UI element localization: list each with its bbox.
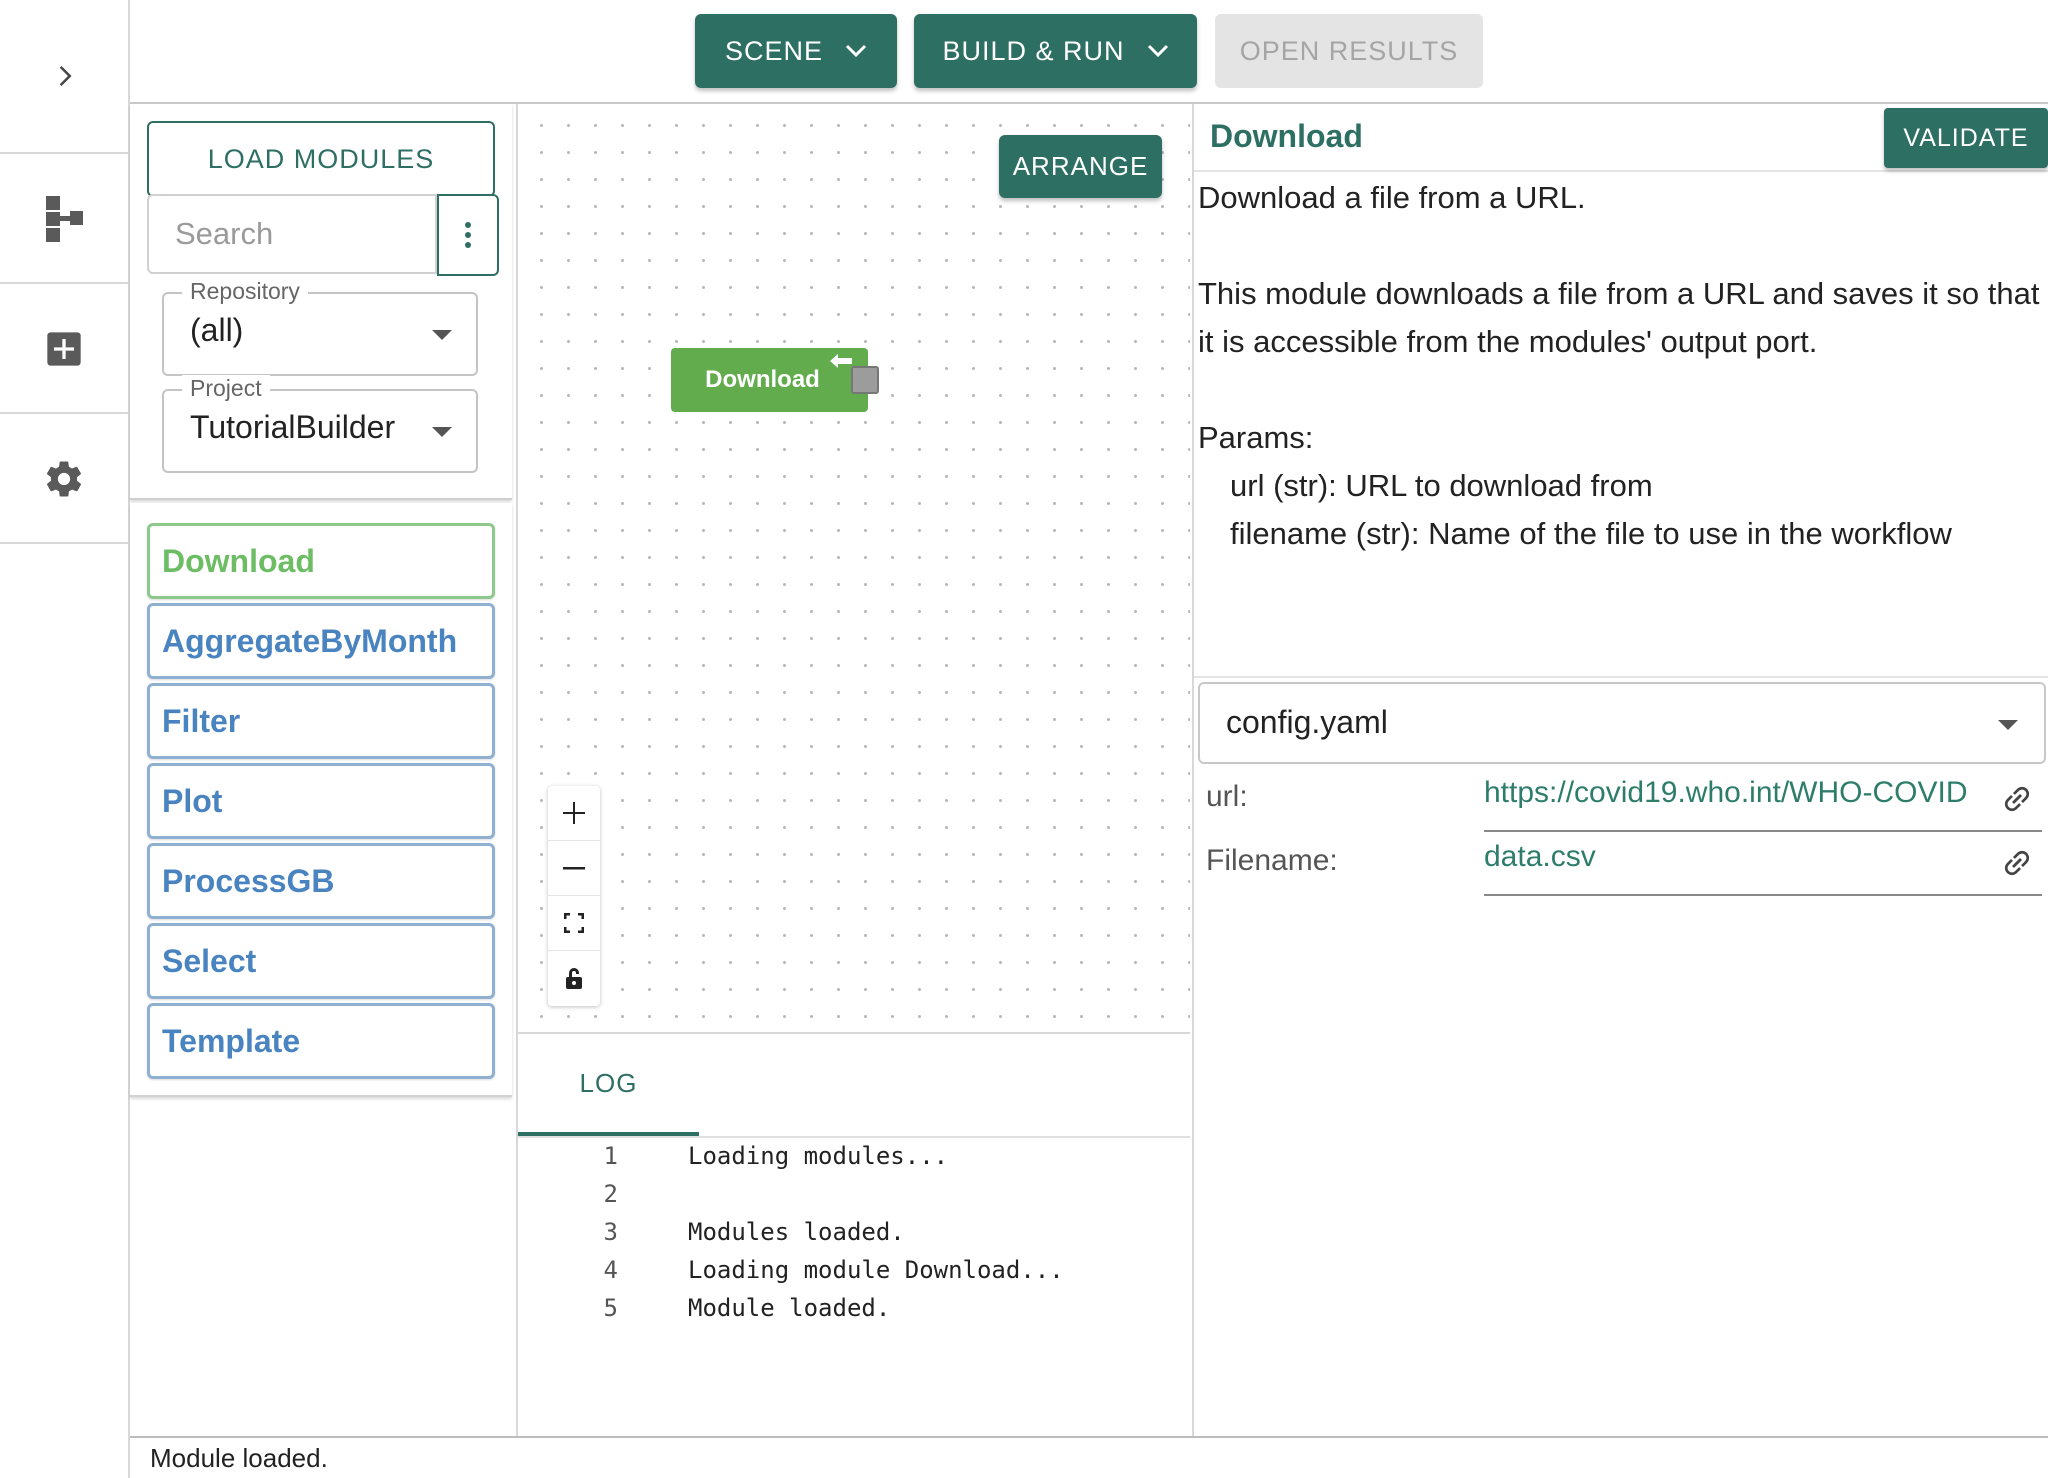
module-item-filter[interactable]: Filter bbox=[147, 683, 495, 759]
log-line-text: Loading modules... bbox=[688, 1142, 949, 1170]
top-toolbar: SCENE BUILD & RUN OPEN RESULTS bbox=[130, 0, 2048, 104]
config-file-select[interactable]: config.yaml bbox=[1198, 682, 2046, 764]
module-item-template[interactable]: Template bbox=[147, 1003, 495, 1079]
lock-icon bbox=[566, 967, 582, 989]
param-label-url: url: bbox=[1206, 780, 1248, 813]
log-panel: LOG 1 Loading modules... 2 3 Modules loa… bbox=[516, 1032, 1190, 1436]
dropdown-arrow-icon bbox=[432, 330, 452, 340]
search-options-button[interactable] bbox=[437, 194, 499, 276]
doc-param-url: url (str): URL to download from bbox=[1230, 468, 1653, 503]
fit-view-icon bbox=[564, 913, 584, 933]
dropdown-arrow-icon bbox=[1998, 720, 2018, 730]
divider bbox=[1194, 676, 2048, 678]
link-icon[interactable] bbox=[2000, 846, 2034, 880]
doc-summary: Download a file from a URL. bbox=[1198, 180, 1586, 215]
open-results-label: OPEN RESULTS bbox=[1239, 35, 1459, 66]
zoom-out-button[interactable] bbox=[548, 841, 600, 896]
minus-icon bbox=[563, 867, 585, 870]
link-icon[interactable] bbox=[2000, 782, 2034, 816]
module-docstring: Download a file from a URL. This module … bbox=[1198, 174, 2042, 558]
param-row-url: url: https://covid19.who.int/WHO-COVID-1… bbox=[1194, 768, 2048, 832]
repository-select[interactable]: Repository (all) bbox=[162, 278, 478, 376]
build-run-label: BUILD & RUN bbox=[942, 35, 1125, 66]
config-file-value: config.yaml bbox=[1226, 704, 1388, 740]
plus-icon bbox=[563, 802, 585, 824]
search-input[interactable] bbox=[149, 196, 435, 272]
rail-tree-button[interactable] bbox=[0, 155, 128, 284]
tabs-divider bbox=[518, 1136, 1190, 1138]
module-list: Download AggregateByMonth Filter Plot Pr… bbox=[130, 503, 512, 1097]
gear-icon bbox=[46, 461, 82, 497]
repository-value: (all) bbox=[190, 312, 244, 348]
module-item-processgb[interactable]: ProcessGB bbox=[147, 843, 495, 919]
side-rail bbox=[0, 0, 130, 1478]
filename-field[interactable]: data.csv bbox=[1484, 832, 2042, 896]
doc-param-filename: filename (str): Name of the file to use … bbox=[1230, 516, 1952, 551]
arrange-button[interactable]: ARRANGE bbox=[999, 135, 1162, 198]
details-title: Download bbox=[1210, 118, 1363, 154]
module-details-panel: Download VALIDATE Download a file from a… bbox=[1192, 104, 2048, 1436]
log-line-number: 4 bbox=[603, 1256, 618, 1284]
module-item-aggregatebymonth[interactable]: AggregateByMonth bbox=[147, 603, 495, 679]
add-box-icon bbox=[47, 331, 81, 366]
chevron-right-icon bbox=[59, 66, 72, 86]
lock-button[interactable] bbox=[548, 951, 600, 1006]
more-vert-icon bbox=[465, 222, 471, 248]
status-bar: Module loaded. bbox=[130, 1436, 2048, 1478]
doc-body: This module downloads a file from a URL … bbox=[1198, 276, 2040, 359]
filename-value: data.csv bbox=[1484, 840, 1596, 873]
scene-label: SCENE bbox=[724, 35, 824, 66]
scene-menu-button[interactable]: SCENE bbox=[695, 14, 897, 88]
project-select[interactable]: Project TutorialBuilder bbox=[162, 375, 478, 473]
dropdown-arrow-icon bbox=[432, 427, 452, 437]
load-modules-button[interactable]: LOAD MODULES bbox=[147, 121, 495, 197]
log-line-text: Module loaded. bbox=[688, 1294, 891, 1322]
tree-icon bbox=[46, 195, 83, 242]
log-line-text: Loading module Download... bbox=[688, 1256, 1064, 1284]
chevron-down-icon bbox=[845, 44, 867, 58]
zoom-in-button[interactable] bbox=[548, 786, 600, 841]
url-field[interactable]: https://covid19.who.int/WHO-COVID-19-glo… bbox=[1484, 768, 2042, 832]
param-label-filename: Filename: bbox=[1206, 844, 1338, 877]
module-item-download[interactable]: Download bbox=[147, 523, 495, 599]
expand-rail-button[interactable] bbox=[0, 0, 128, 154]
validate-button[interactable]: VALIDATE bbox=[1884, 108, 2048, 168]
fit-view-button[interactable] bbox=[548, 896, 600, 951]
log-line-number: 1 bbox=[603, 1142, 618, 1170]
module-item-plot[interactable]: Plot bbox=[147, 763, 495, 839]
tab-log[interactable]: LOG bbox=[518, 1034, 699, 1136]
status-text: Module loaded. bbox=[150, 1443, 328, 1473]
log-line-text: Modules loaded. bbox=[688, 1218, 905, 1246]
details-header: Download VALIDATE bbox=[1194, 104, 2048, 172]
repository-label: Repository bbox=[182, 278, 308, 305]
workflow-canvas[interactable]: ARRANGE Download bbox=[516, 104, 1190, 1032]
node-label: Download bbox=[705, 366, 820, 393]
url-value: https://covid19.who.int/WHO-COVID-19-glo… bbox=[1484, 776, 1968, 809]
module-controls-panel: LOAD MODULES Repository (all) Project Tu… bbox=[130, 104, 512, 500]
param-row-filename: Filename: data.csv bbox=[1194, 832, 2048, 896]
doc-params-heading: Params: bbox=[1198, 420, 1314, 455]
project-value: TutorialBuilder bbox=[190, 409, 396, 445]
log-line-number: 5 bbox=[603, 1294, 618, 1322]
log-line-number: 2 bbox=[603, 1180, 618, 1208]
rail-settings-button[interactable] bbox=[0, 415, 128, 544]
log-line-number: 3 bbox=[603, 1218, 618, 1246]
module-item-select[interactable]: Select bbox=[147, 923, 495, 999]
rail-add-button[interactable] bbox=[0, 285, 128, 414]
chevron-down-icon bbox=[1147, 44, 1168, 58]
zoom-controls bbox=[548, 786, 600, 1006]
node-output-port[interactable] bbox=[851, 366, 879, 394]
search-field bbox=[147, 194, 437, 274]
project-label: Project bbox=[182, 375, 270, 402]
open-results-button[interactable]: OPEN RESULTS bbox=[1215, 14, 1483, 88]
build-run-menu-button[interactable]: BUILD & RUN bbox=[914, 14, 1197, 88]
